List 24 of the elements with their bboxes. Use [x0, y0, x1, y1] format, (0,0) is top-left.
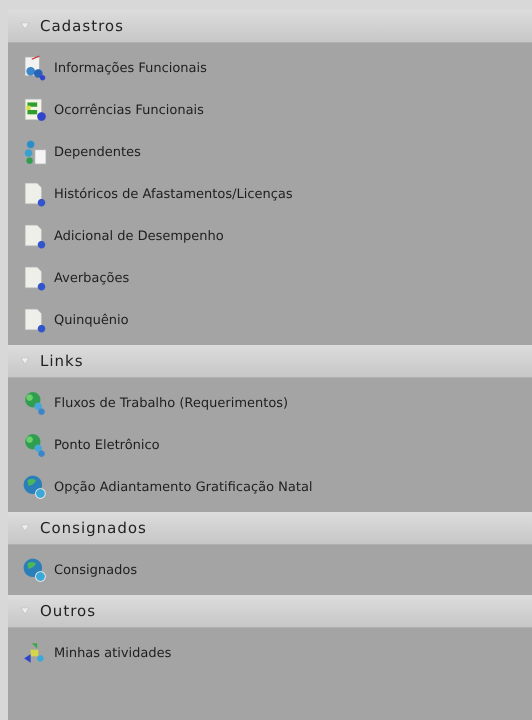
- section-header[interactable]: Outros: [8, 595, 532, 628]
- globe-icon: [22, 474, 48, 500]
- globe-icon: [22, 557, 48, 583]
- menu-item[interactable]: Averbações: [54, 270, 130, 286]
- menu-item[interactable]: Quinquênio: [54, 312, 129, 328]
- document-icon: [22, 265, 48, 291]
- menu-item[interactable]: Informações Funcionais: [54, 60, 207, 76]
- menu-item[interactable]: Fluxos de Trabalho (Requerimentos): [54, 396, 288, 410]
- document-icon: [22, 307, 48, 333]
- section-header[interactable]: Consignados: [8, 512, 532, 545]
- menu-item[interactable]: Adicional de Desempenho: [54, 228, 224, 244]
- document-icon: [22, 223, 48, 249]
- menu-item[interactable]: Ponto Eletrônico: [54, 438, 160, 452]
- menu-item[interactable]: Consignados: [54, 562, 138, 578]
- menu-item[interactable]: Opção Adiantamento Gratificação Natal: [54, 480, 313, 494]
- menu-item[interactable]: Dependentes: [54, 144, 141, 160]
- menu-item[interactable]: Ocorrências Funcionais: [54, 102, 204, 118]
- hierarchy-icon: [22, 139, 48, 165]
- form-icon: [22, 97, 48, 123]
- document-icon: [22, 181, 48, 207]
- section-header[interactable]: Links: [8, 345, 532, 378]
- section-header[interactable]: Cadastros: [8, 10, 532, 43]
- menu-item[interactable]: Minhas atividades: [54, 646, 172, 660]
- menu-item[interactable]: Históricos de Afastamentos/Licenças: [54, 186, 293, 202]
